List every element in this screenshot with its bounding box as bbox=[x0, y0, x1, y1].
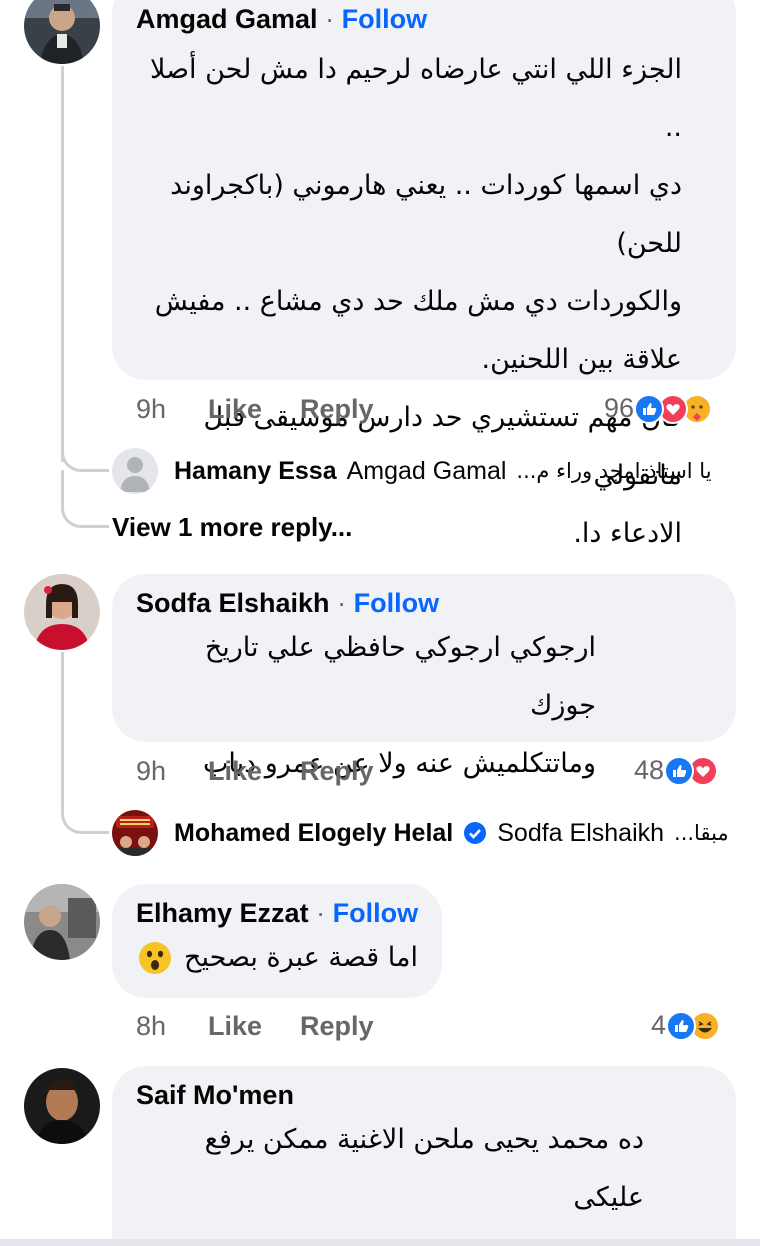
verified-badge-icon bbox=[463, 821, 487, 845]
reply-preview[interactable]: Mohamed Elogely Helal Sodfa Elshaikh مبق… bbox=[112, 810, 729, 856]
view-more-replies-link[interactable]: View 1 more reply... bbox=[112, 512, 352, 543]
avatar-elhamy-ezzat[interactable] bbox=[24, 884, 100, 960]
thread-connector bbox=[61, 440, 109, 472]
avatar-saif-momen[interactable] bbox=[24, 1068, 100, 1144]
comment-text-line: ده محمد يحيى ملحن الاغنية ممكن يرفع عليك… bbox=[204, 1124, 644, 1213]
commenter-name[interactable]: Sodfa Elshaikh bbox=[136, 588, 330, 618]
reply-mention[interactable]: Amgad Gamal bbox=[347, 457, 507, 486]
comment-timestamp[interactable]: 9h bbox=[136, 756, 208, 787]
commenter-name[interactable]: Elhamy Ezzat bbox=[136, 898, 309, 928]
avatar-hamany-essa[interactable] bbox=[112, 448, 158, 494]
commenter-name[interactable]: Saif Mo'men bbox=[136, 1080, 294, 1110]
reply-snippet: مبقا... bbox=[674, 821, 729, 845]
like-reaction-icon bbox=[664, 755, 695, 786]
comment-bubble: Amgad Gamal · Follow الجزء اللي انتي عار… bbox=[112, 0, 736, 549]
reaction-count: 96 bbox=[604, 393, 635, 423]
avatar-sodfa-elshaikh[interactable] bbox=[24, 574, 100, 650]
comment-timestamp[interactable]: 9h bbox=[136, 394, 208, 425]
comment-text-line: اما قصة عبرة بصحيح bbox=[184, 942, 418, 973]
reaction-summary[interactable]: 96 bbox=[604, 393, 713, 424]
comment-bubble: Saif Mo'men ده محمد يحيى ملحن الاغنية مم… bbox=[112, 1066, 736, 1246]
like-button[interactable]: Like bbox=[208, 756, 300, 787]
comment-text-line: ارجوكي ارجوكي حافظي علي تاريخ جوزك bbox=[204, 632, 596, 721]
comment-bubble: Sodfa Elshaikh · Follow ارجوكي ارجوكي حا… bbox=[112, 574, 736, 779]
comment-actions: 9h Like Reply bbox=[136, 756, 374, 787]
comment-actions: 8h Like Reply bbox=[136, 1011, 374, 1042]
commenter-name[interactable]: Amgad Gamal bbox=[136, 4, 318, 34]
reply-snippet: يا استاذ امجد وراء م... bbox=[516, 459, 712, 483]
reply-preview[interactable]: Hamany Essa Amgad Gamal يا استاذ امجد ور… bbox=[112, 448, 712, 494]
comment-actions: 9h Like Reply bbox=[136, 394, 374, 425]
avatar-amgad-gamal[interactable] bbox=[24, 0, 100, 64]
follow-button[interactable]: Follow bbox=[333, 898, 418, 928]
bottom-divider bbox=[0, 1239, 760, 1246]
reply-button[interactable]: Reply bbox=[300, 394, 374, 425]
wow-emoji-icon bbox=[138, 941, 172, 975]
reply-button[interactable]: Reply bbox=[300, 1011, 374, 1042]
separator-dot: · bbox=[337, 588, 347, 618]
separator-dot: · bbox=[325, 4, 335, 34]
like-button[interactable]: Like bbox=[208, 1011, 300, 1042]
avatar-mohamed-elogely-helal[interactable] bbox=[112, 810, 158, 856]
reply-author-name[interactable]: Hamany Essa bbox=[174, 457, 337, 486]
thread-line bbox=[61, 652, 64, 812]
comment-timestamp[interactable]: 8h bbox=[136, 1011, 208, 1042]
comment-text-line: والكوردات دي مش ملك حد دي مشاع .. مفيش bbox=[154, 286, 682, 317]
like-button[interactable]: Like bbox=[208, 394, 300, 425]
thread-connector bbox=[61, 470, 109, 528]
reaction-count: 4 bbox=[651, 1010, 667, 1040]
reply-author-name[interactable]: Mohamed Elogely Helal bbox=[174, 819, 453, 848]
follow-button[interactable]: Follow bbox=[354, 588, 439, 618]
thread-line bbox=[61, 66, 64, 462]
follow-button[interactable]: Follow bbox=[342, 4, 427, 34]
reaction-count: 48 bbox=[634, 755, 665, 785]
reply-mention[interactable]: Sodfa Elshaikh bbox=[497, 819, 664, 848]
like-reaction-icon bbox=[634, 393, 665, 424]
thread-connector bbox=[61, 800, 109, 834]
like-reaction-icon bbox=[666, 1010, 697, 1041]
separator-dot: · bbox=[316, 898, 326, 928]
comment-bubble: Elhamy Ezzat · Follow اما قصة عبرة بصحيح bbox=[112, 884, 442, 998]
comment-text-line: علاقة بين اللحنين. bbox=[481, 344, 682, 375]
comment-text-line: دي اسمها كوردات .. يعني هارموني (باكجراو… bbox=[170, 170, 682, 259]
reaction-summary[interactable]: 48 bbox=[634, 755, 719, 786]
reply-button[interactable]: Reply bbox=[300, 756, 374, 787]
comment-text-line: الجزء اللي انتي عارضاه لرحيم دا مش لحن أ… bbox=[149, 54, 682, 143]
reaction-summary[interactable]: 4 bbox=[651, 1010, 721, 1041]
